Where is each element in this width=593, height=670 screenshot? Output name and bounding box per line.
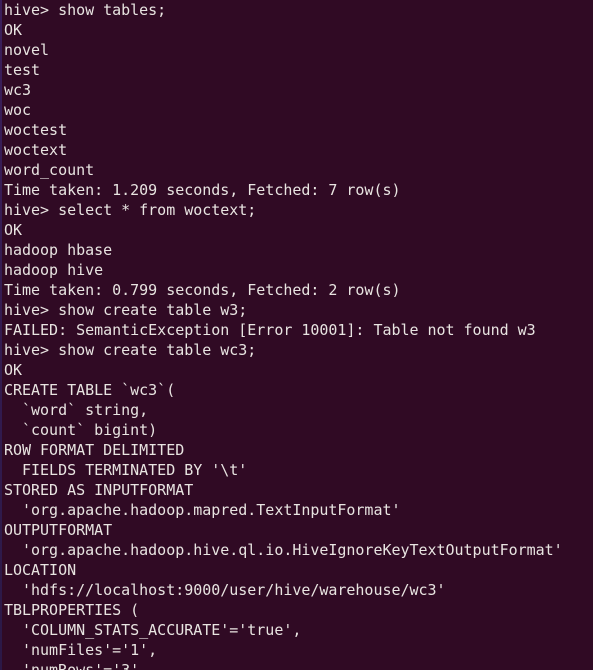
terminal-line: STORED AS INPUTFORMAT	[4, 481, 194, 499]
terminal-line: 'numRows'='3',	[4, 661, 149, 670]
terminal-line: wc3	[4, 81, 32, 99]
terminal-line: Time taken: 1.209 seconds, Fetched: 7 ro…	[4, 181, 401, 199]
terminal-line: hive> show create table wc3;	[4, 341, 257, 359]
terminal-line: Time taken: 0.799 seconds, Fetched: 2 ro…	[4, 281, 401, 299]
terminal-line: 'numFiles'='1',	[4, 641, 158, 659]
terminal-line: CREATE TABLE `wc3`(	[4, 381, 176, 399]
terminal-line: 'COLUMN_STATS_ACCURATE'='true',	[4, 621, 302, 639]
terminal-line: hive> show create table w3;	[4, 301, 248, 319]
terminal-line: woc	[4, 101, 32, 119]
terminal-scrollback[interactable]: hive> show tables; OK novel test wc3 woc wocte…	[0, 0, 593, 670]
terminal-line: 'org.apache.hadoop.mapred.TextInputForma…	[4, 501, 401, 519]
terminal-line: word_count	[4, 161, 95, 179]
terminal-line: hadoop hbase	[4, 241, 113, 259]
terminal-line: hive> select * from woctext;	[4, 201, 257, 219]
terminal-line: OUTPUTFORMAT	[4, 521, 113, 539]
terminal-line: FIELDS TERMINATED BY '\t'	[4, 461, 248, 479]
terminal-line: FAILED: SemanticException [Error 10001]:…	[4, 321, 536, 339]
terminal-line: OK	[4, 361, 23, 379]
terminal-line: test	[4, 61, 41, 79]
terminal-line: hadoop hive	[4, 261, 104, 279]
terminal-line: LOCATION	[4, 561, 77, 579]
terminal-line: 'org.apache.hadoop.hive.ql.io.HiveIgnore…	[4, 541, 563, 559]
terminal-line: woctest	[4, 121, 68, 139]
terminal-window[interactable]: hive> show tables; OK novel test wc3 woc wocte…	[0, 0, 593, 670]
terminal-line: 'hdfs://localhost:9000/user/hive/warehou…	[4, 581, 446, 599]
terminal-line: novel	[4, 41, 50, 59]
terminal-line: ROW FORMAT DELIMITED	[4, 441, 185, 459]
terminal-line: OK	[4, 21, 23, 39]
terminal-line: woctext	[4, 141, 68, 159]
terminal-line: `count` bigint)	[4, 421, 158, 439]
terminal-line: TBLPROPERTIES (	[4, 601, 140, 619]
terminal-line: OK	[4, 221, 23, 239]
terminal-line: `word` string,	[4, 401, 149, 419]
terminal-line: hive> show tables;	[4, 1, 167, 19]
